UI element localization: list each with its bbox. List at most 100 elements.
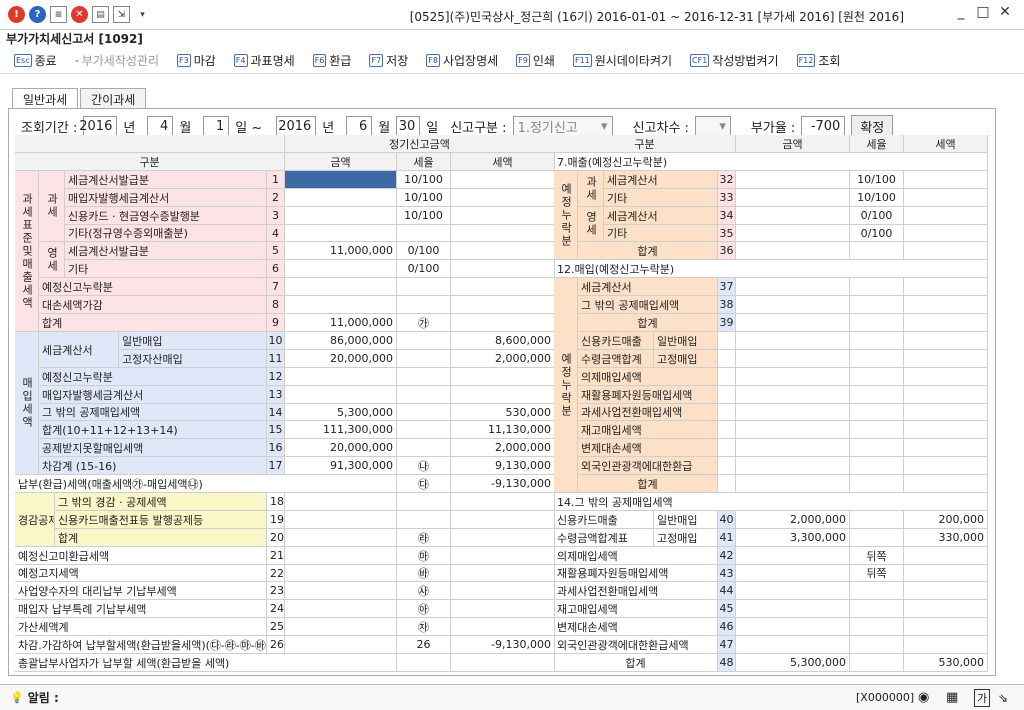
- amount-field[interactable]: [285, 565, 397, 582]
- tax-field[interactable]: [451, 618, 555, 636]
- tax-field[interactable]: 11,130,000: [451, 421, 555, 439]
- toolbar-btn-9[interactable]: CF1 작성방법켜기: [690, 52, 779, 69]
- tax-field[interactable]: [904, 421, 988, 439]
- tax-field[interactable]: [904, 189, 988, 207]
- tax-field[interactable]: [451, 600, 555, 618]
- tax-field[interactable]: [904, 547, 988, 565]
- tax-field[interactable]: [904, 171, 988, 189]
- memo-icon[interactable]: ≡: [50, 6, 67, 23]
- export-icon[interactable]: ⇲: [113, 6, 130, 23]
- tax-field[interactable]: [451, 278, 555, 296]
- tax-field[interactable]: [451, 296, 555, 314]
- amount-field[interactable]: [736, 475, 850, 493]
- amount-field[interactable]: [285, 207, 397, 225]
- end-month-field[interactable]: 6: [346, 116, 373, 136]
- tax-field[interactable]: [451, 368, 555, 386]
- end-day-field[interactable]: 30: [396, 116, 421, 136]
- amount-field[interactable]: 111,300,000: [285, 421, 397, 439]
- toolbar-btn-10[interactable]: F12 조회: [796, 52, 840, 69]
- tax-field[interactable]: [451, 565, 555, 582]
- tax-field[interactable]: [904, 439, 988, 457]
- report-type-select[interactable]: 1.정기신고 ▾: [512, 116, 613, 136]
- amount-field[interactable]: [285, 547, 397, 565]
- toolbar-btn-1[interactable]: 부가세작성관리: [74, 52, 159, 69]
- amount-field[interactable]: [285, 189, 397, 207]
- tax-field[interactable]: 2,000,000: [451, 439, 555, 457]
- toolbar-btn-7[interactable]: F9 인쇄: [516, 52, 555, 69]
- amount-field[interactable]: [285, 529, 397, 547]
- tax-field[interactable]: [904, 404, 988, 421]
- tax-field[interactable]: [451, 654, 555, 672]
- tax-field[interactable]: [904, 636, 988, 654]
- amount-field[interactable]: [736, 189, 850, 207]
- amount-field[interactable]: [736, 332, 850, 350]
- language-toggle[interactable]: 가: [974, 688, 991, 707]
- maximize-icon[interactable]: □: [972, 4, 994, 20]
- amount-field[interactable]: [736, 547, 850, 565]
- tax-field[interactable]: [451, 386, 555, 404]
- confirm-button[interactable]: 확정: [851, 115, 894, 137]
- tax-field[interactable]: [451, 171, 555, 189]
- tax-field[interactable]: 8,600,000: [451, 332, 555, 350]
- tax-field[interactable]: [451, 260, 555, 278]
- tax-field[interactable]: [904, 278, 988, 296]
- tax-field[interactable]: [904, 296, 988, 314]
- tax-field[interactable]: 330,000: [904, 529, 988, 547]
- amount-field[interactable]: [736, 386, 850, 404]
- report-seq-select[interactable]: ▾: [694, 116, 731, 136]
- window-close-icon[interactable]: ✕: [994, 4, 1016, 20]
- amount-field[interactable]: [285, 278, 397, 296]
- tab-simple[interactable]: 간이과세: [80, 88, 147, 108]
- tax-field[interactable]: [451, 242, 555, 260]
- amount-field[interactable]: [285, 582, 397, 600]
- tax-field[interactable]: [904, 457, 988, 475]
- tax-field[interactable]: [904, 242, 988, 260]
- amount-field[interactable]: 3,300,000: [736, 529, 850, 547]
- toolbar-btn-2[interactable]: F3 마감: [177, 52, 216, 69]
- tax-field[interactable]: [451, 582, 555, 600]
- amount-field[interactable]: [285, 600, 397, 618]
- tax-field[interactable]: 2,000,000: [451, 350, 555, 368]
- amount-field[interactable]: [285, 171, 397, 189]
- amount-field[interactable]: 11,000,000: [285, 314, 397, 332]
- tax-field[interactable]: 530,000: [904, 654, 988, 672]
- start-day-field[interactable]: 1: [203, 116, 230, 136]
- tax-field[interactable]: [451, 314, 555, 332]
- amount-field[interactable]: [736, 636, 850, 654]
- close-app-icon[interactable]: !: [8, 6, 25, 23]
- start-year-field[interactable]: 2016: [79, 116, 118, 136]
- amount-field[interactable]: [736, 457, 850, 475]
- amount-field[interactable]: 20,000,000: [285, 350, 397, 368]
- amount-field[interactable]: 86,000,000: [285, 332, 397, 350]
- tax-field[interactable]: [451, 529, 555, 547]
- amount-field[interactable]: [736, 600, 850, 618]
- amount-field[interactable]: [736, 404, 850, 421]
- start-month-field[interactable]: 4: [147, 116, 174, 136]
- calculator-icon[interactable]: ▦: [946, 690, 958, 705]
- tax-field[interactable]: [904, 314, 988, 332]
- tax-field[interactable]: [904, 582, 988, 600]
- amount-field[interactable]: 5,300,000: [736, 654, 850, 672]
- tax-field[interactable]: 530,000: [451, 404, 555, 421]
- amount-field[interactable]: [736, 350, 850, 368]
- amount-field[interactable]: [736, 296, 850, 314]
- toolbar-btn-8[interactable]: F11 원시데이타켜기: [572, 52, 672, 69]
- amount-field[interactable]: [285, 386, 397, 404]
- camera-icon[interactable]: ◉: [918, 690, 929, 705]
- tax-field[interactable]: [451, 493, 555, 511]
- tax-field[interactable]: -9,130,000: [451, 475, 555, 493]
- tax-field[interactable]: [904, 225, 988, 242]
- tax-field[interactable]: [904, 368, 988, 386]
- tax-field[interactable]: [451, 207, 555, 225]
- tax-field[interactable]: [904, 350, 988, 368]
- toolbar-btn-0[interactable]: Esc 종료: [14, 52, 57, 69]
- tax-field[interactable]: -9,130,000: [451, 636, 555, 654]
- amount-field[interactable]: [736, 225, 850, 242]
- tax-field[interactable]: [451, 225, 555, 242]
- tax-field[interactable]: 200,000: [904, 511, 988, 529]
- tax-field[interactable]: [904, 475, 988, 493]
- amount-field[interactable]: [736, 582, 850, 600]
- amount-field[interactable]: [736, 314, 850, 332]
- amount-field[interactable]: [285, 493, 397, 511]
- tax-field[interactable]: 9,130,000: [451, 457, 555, 475]
